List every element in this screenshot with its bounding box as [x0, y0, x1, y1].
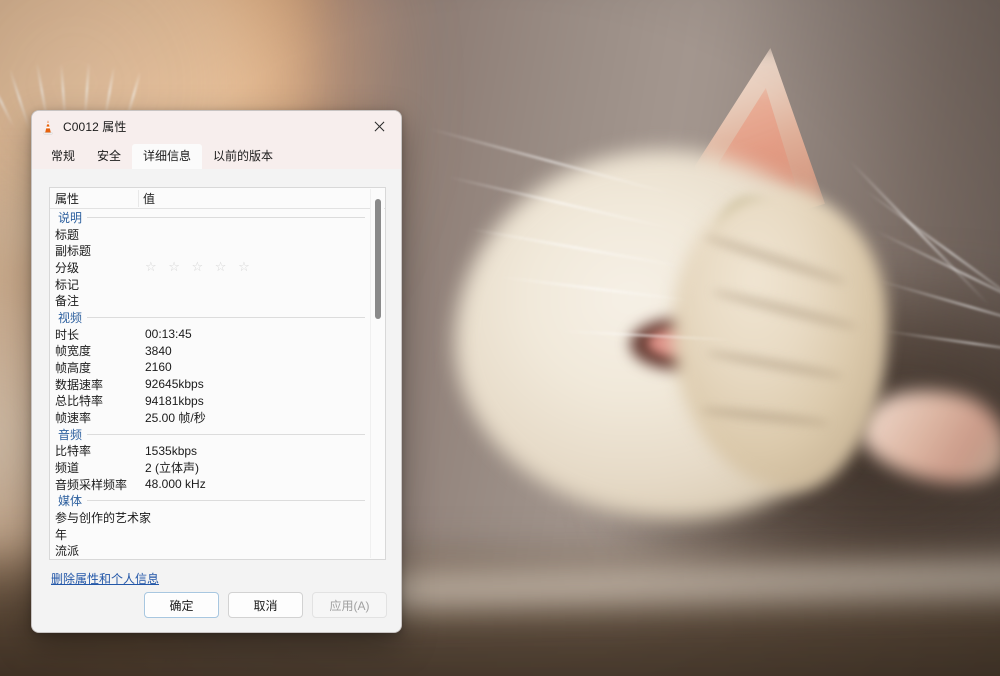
row-key: 备注: [55, 294, 80, 309]
row-key: 标题: [55, 227, 80, 242]
rating-stars[interactable]: ☆ ☆ ☆ ☆ ☆: [143, 261, 371, 273]
dialog-title: C0012 属性: [63, 120, 127, 134]
row-key: 标记: [55, 277, 80, 292]
table-row[interactable]: 副标题: [50, 243, 371, 260]
dialog-titlebar[interactable]: C0012 属性: [32, 111, 401, 142]
table-row[interactable]: 流派: [50, 543, 371, 560]
tab-details[interactable]: 详细信息: [132, 144, 203, 169]
row-key: 帧高度: [55, 360, 92, 375]
group-rule: [87, 433, 365, 435]
column-header-property: 属性: [55, 191, 80, 206]
apply-button[interactable]: 应用(A): [312, 592, 387, 618]
screen: C0012 属性 常规 安全 详细信息 以前的版本 属性 值 说明 标题 副标题…: [0, 0, 1000, 676]
table-row[interactable]: 频道 2 (立体声): [50, 459, 371, 476]
row-key: 参与创作的艺术家: [55, 511, 152, 526]
dialog-button-bar: 确定 取消 应用(A): [32, 578, 401, 632]
row-key: 比特率: [55, 444, 92, 459]
row-value[interactable]: 00:13:45: [143, 327, 371, 341]
row-value[interactable]: 3840: [143, 344, 371, 358]
group-label: 视频: [58, 310, 83, 325]
group-rule: [87, 316, 365, 318]
properties-list-header: 属性 值: [50, 188, 385, 209]
table-row[interactable]: 标记: [50, 276, 371, 293]
table-row[interactable]: 时长 00:13:45: [50, 326, 371, 343]
table-row[interactable]: 年: [50, 526, 371, 543]
table-row[interactable]: 数据速率 92645kbps: [50, 376, 371, 393]
table-row[interactable]: 比特率 1535kbps: [50, 443, 371, 460]
table-row[interactable]: 参与创作的艺术家: [50, 509, 371, 526]
scrollbar-thumb[interactable]: [375, 199, 381, 319]
row-key: 音频采样频率: [55, 477, 128, 492]
table-row[interactable]: 帧高度 2160: [50, 359, 371, 376]
row-key: 流派: [55, 544, 80, 559]
group-header-audio: 音频: [50, 426, 371, 443]
properties-scrollbar[interactable]: [370, 189, 384, 558]
row-key: 频道: [55, 460, 80, 475]
row-value[interactable]: 2 (立体声): [143, 459, 371, 476]
group-rule: [87, 500, 365, 502]
file-properties-dialog: C0012 属性 常规 安全 详细信息 以前的版本 属性 值 说明 标题 副标题…: [31, 110, 402, 633]
group-header-media: 媒体: [50, 492, 371, 509]
row-key: 数据速率: [55, 377, 104, 392]
table-row[interactable]: 帧速率 25.00 帧/秒: [50, 409, 371, 426]
table-row[interactable]: 帧宽度 3840: [50, 343, 371, 360]
table-row[interactable]: 分级 ☆ ☆ ☆ ☆ ☆: [50, 259, 371, 276]
column-header-value: 值: [138, 189, 366, 207]
tab-security[interactable]: 安全: [86, 144, 132, 169]
vlc-cone-icon: [40, 119, 56, 135]
row-key: 年: [55, 527, 68, 542]
tab-general[interactable]: 常规: [40, 144, 86, 169]
row-value[interactable]: 48.000 kHz: [143, 477, 371, 491]
cancel-button[interactable]: 取消: [228, 592, 303, 618]
close-icon[interactable]: [357, 111, 401, 142]
row-key: 时长: [55, 327, 80, 342]
group-label: 音频: [58, 427, 83, 442]
row-value[interactable]: 94181kbps: [143, 394, 371, 408]
group-rule: [87, 217, 365, 218]
row-value[interactable]: 2160: [143, 360, 371, 374]
row-key: 分级: [55, 260, 80, 275]
table-row[interactable]: 音频采样频率 48.000 kHz: [50, 476, 371, 493]
row-value[interactable]: 25.00 帧/秒: [143, 409, 371, 426]
table-row[interactable]: 总比特率 94181kbps: [50, 392, 371, 409]
group-header-video: 视频: [50, 309, 371, 326]
group-label: 说明: [58, 211, 83, 225]
group-header-description: 说明: [50, 209, 371, 226]
row-value[interactable]: 1535kbps: [143, 444, 371, 458]
row-key: 帧速率: [55, 410, 92, 425]
row-key: 帧宽度: [55, 344, 92, 359]
table-row[interactable]: 标题: [50, 226, 371, 243]
details-tab-panel: 属性 值 说明 标题 副标题 分级 ☆ ☆ ☆ ☆ ☆ 标记 备注 视频 时长 …: [32, 169, 401, 632]
row-value[interactable]: 92645kbps: [143, 377, 371, 391]
ok-button[interactable]: 确定: [144, 592, 219, 618]
row-key: 总比特率: [55, 394, 104, 409]
tabstrip: 常规 安全 详细信息 以前的版本: [32, 142, 401, 169]
table-row[interactable]: 备注: [50, 292, 371, 309]
properties-list-body: 说明 标题 副标题 分级 ☆ ☆ ☆ ☆ ☆ 标记 备注 视频 时长 00:13…: [50, 209, 371, 559]
properties-list: 属性 值 说明 标题 副标题 分级 ☆ ☆ ☆ ☆ ☆ 标记 备注 视频 时长 …: [49, 187, 386, 560]
tab-previous-versions[interactable]: 以前的版本: [202, 144, 284, 169]
row-key: 副标题: [55, 244, 92, 259]
group-label: 媒体: [58, 494, 83, 509]
